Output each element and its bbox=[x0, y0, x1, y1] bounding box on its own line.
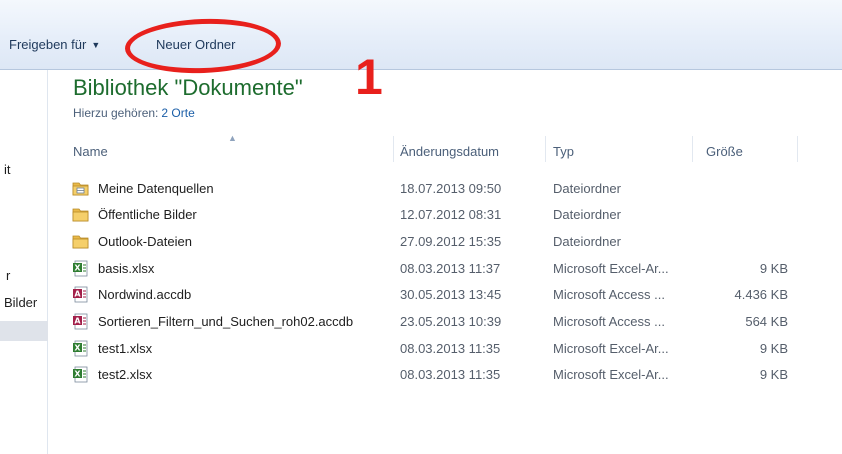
chevron-down-icon: ▼ bbox=[91, 40, 101, 50]
excel-file-icon: X bbox=[72, 340, 89, 357]
file-row[interactable]: A Sortieren_Filtern_und_Suchen_roh02.accd… bbox=[70, 309, 810, 335]
file-modified-date: 08.03.2013 11:35 bbox=[400, 367, 501, 382]
column-divider[interactable] bbox=[393, 136, 394, 162]
library-includes-label: Hierzu gehören: bbox=[73, 106, 159, 120]
file-modified-date: 08.03.2013 11:35 bbox=[400, 341, 501, 356]
step-number-annotation: 1 bbox=[355, 49, 383, 105]
svg-text:X: X bbox=[74, 264, 81, 273]
excel-file-icon: X bbox=[72, 366, 89, 383]
file-type: Dateiordner bbox=[553, 181, 621, 196]
file-size: 9 KB bbox=[759, 261, 788, 276]
column-header-date[interactable]: Änderungsdatum bbox=[400, 144, 499, 159]
svg-text:A: A bbox=[74, 317, 81, 326]
file-name: Nordwind.accdb bbox=[98, 287, 192, 302]
file-row[interactable]: A Nordwind.accdb 30.05.2013 13:45 Microsoft… bbox=[70, 282, 810, 308]
file-row[interactable]: Xtest2.xlsx 08.03.2013 11:35 Microsoft Exc… bbox=[70, 362, 810, 388]
file-type: Microsoft Access ... bbox=[553, 314, 665, 329]
file-name: Meine Datenquellen bbox=[98, 181, 214, 196]
file-type: Dateiordner bbox=[553, 234, 621, 249]
file-row[interactable]: Öffentliche Bilder 12.07.2012 08:31 Dateio… bbox=[70, 202, 810, 228]
file-row[interactable]: Xbasis.xlsx 08.03.2013 11:37 Microsoft Exc… bbox=[70, 256, 810, 282]
library-includes: Hierzu gehören: 2 Orte bbox=[73, 106, 195, 120]
file-modified-date: 12.07.2012 08:31 bbox=[400, 207, 502, 222]
file-type: Microsoft Excel-Ar... bbox=[553, 341, 669, 356]
file-name: Outlook-Dateien bbox=[98, 234, 192, 249]
excel-file-icon: X bbox=[72, 260, 89, 277]
file-name: Sortieren_Filtern_und_Suchen_roh02.accdb bbox=[98, 314, 354, 329]
file-size: 564 KB bbox=[745, 314, 788, 329]
svg-text:X: X bbox=[74, 370, 81, 379]
folder-icon bbox=[72, 206, 89, 223]
column-header-size[interactable]: Größe bbox=[706, 144, 743, 159]
file-modified-date: 30.05.2013 13:45 bbox=[400, 287, 502, 302]
file-size: 9 KB bbox=[759, 367, 788, 382]
share-with-label: Freigeben für bbox=[9, 37, 87, 52]
column-divider[interactable] bbox=[797, 136, 798, 162]
folder-icon bbox=[72, 233, 89, 250]
library-title: Bibliothek "Dokumente" bbox=[73, 75, 303, 100]
file-modified-date: 08.03.2013 11:37 bbox=[400, 261, 501, 276]
command-bar: Freigeben für ▼ Neuer Ordner bbox=[0, 0, 842, 70]
library-locations-link[interactable]: 2 Orte bbox=[161, 106, 194, 120]
sort-ascending-icon: ▲ bbox=[228, 133, 237, 143]
file-row[interactable]: Xtest1.xlsx 08.03.2013 11:35 Microsoft Exc… bbox=[70, 336, 810, 362]
file-modified-date: 18.07.2013 09:50 bbox=[400, 181, 502, 196]
file-row[interactable]: Meine Datenquellen 18.07.2013 09:50 Dateio… bbox=[70, 176, 810, 202]
share-with-button[interactable]: Freigeben für ▼ bbox=[9, 37, 100, 52]
file-name: test2.xlsx bbox=[98, 367, 153, 382]
file-size: 9 KB bbox=[759, 341, 788, 356]
file-size: 4.436 KB bbox=[734, 287, 789, 302]
access-file-icon: A bbox=[72, 286, 89, 303]
svg-text:X: X bbox=[74, 344, 81, 353]
file-name: basis.xlsx bbox=[98, 261, 155, 276]
file-name: Öffentliche Bilder bbox=[98, 207, 197, 222]
nav-item-2[interactable]: r bbox=[6, 268, 10, 283]
svg-text:A: A bbox=[74, 290, 81, 299]
file-type: Microsoft Excel-Ar... bbox=[553, 261, 669, 276]
navigation-pane: it r Bilder bbox=[0, 70, 48, 454]
folder-datasource-icon bbox=[72, 180, 89, 197]
column-divider[interactable] bbox=[545, 136, 546, 162]
file-name: test1.xlsx bbox=[98, 341, 153, 356]
column-header-type[interactable]: Typ bbox=[553, 144, 574, 159]
nav-selected-item[interactable] bbox=[0, 321, 48, 341]
file-type: Dateiordner bbox=[553, 207, 621, 222]
file-type: Microsoft Excel-Ar... bbox=[553, 367, 669, 382]
column-divider[interactable] bbox=[692, 136, 693, 162]
access-file-icon: A bbox=[72, 313, 89, 330]
file-modified-date: 23.05.2013 10:39 bbox=[400, 314, 502, 329]
column-header-name[interactable]: Name bbox=[73, 144, 108, 159]
nav-item-1[interactable]: it bbox=[4, 162, 11, 177]
file-modified-date: 27.09.2012 15:35 bbox=[400, 234, 502, 249]
file-row[interactable]: Outlook-Dateien 27.09.2012 15:35 Dateiordn… bbox=[70, 229, 810, 255]
nav-item-pictures[interactable]: Bilder bbox=[4, 295, 37, 310]
file-type: Microsoft Access ... bbox=[553, 287, 665, 302]
